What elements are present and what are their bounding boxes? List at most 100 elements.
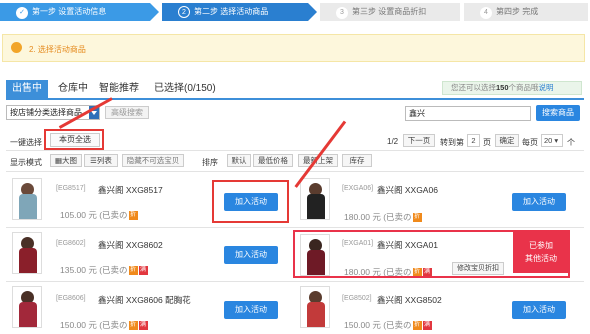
discount-badge: 折 xyxy=(412,321,422,331)
step-2-num: 2 xyxy=(178,6,190,18)
goto-prefix: 转到第 xyxy=(440,138,464,147)
product-image[interactable] xyxy=(300,178,330,220)
check-icon: ✓ xyxy=(16,7,28,19)
product-price-text: 105.00 元 (已卖の xyxy=(60,210,128,220)
product-name[interactable]: 鑫兴阁 XXG8602 xyxy=(98,239,163,251)
per-page-value: 20 xyxy=(544,136,553,145)
divider xyxy=(6,227,584,228)
product-price: 150.00 元 (已卖の折满 xyxy=(60,319,148,331)
add-to-activity-button[interactable]: 加入活动 xyxy=(224,246,278,264)
add-to-activity-button[interactable]: 加入活动 xyxy=(224,301,278,319)
product-price: 150.00 元 (已卖の折满 xyxy=(344,319,432,331)
full-reduction-badge: 满 xyxy=(138,321,148,331)
product-code: [EG8502] xyxy=(342,295,372,302)
highlight-box-select-all xyxy=(44,129,104,150)
discount-badge: 折 xyxy=(128,211,138,221)
highlight-box-joined-product xyxy=(293,230,570,278)
add-to-activity-button[interactable]: 加入活动 xyxy=(512,193,566,211)
step-3-num: 3 xyxy=(336,7,348,19)
per-page-suffix: 个 xyxy=(567,138,575,147)
step-3: 3 第三步 设置商品折扣 xyxy=(320,3,460,21)
step-3-label: 第三步 设置商品折扣 xyxy=(352,7,427,16)
lightbulb-icon xyxy=(11,42,22,53)
sort-default[interactable]: 默认 xyxy=(227,154,251,167)
discount-badge: 折 xyxy=(128,266,138,276)
tab-underline xyxy=(6,98,584,100)
steps-bar: ✓ 第一步 设置活动信息 2 第二步 选择活动商品 3 第三步 设置商品折扣 4 第四步… xyxy=(0,0,590,24)
sort-stock[interactable]: 库存 xyxy=(342,154,372,167)
product-name[interactable]: 鑫兴阁 XXG8606 配胸花 xyxy=(98,294,191,306)
step-4: 4 第四步 完成 xyxy=(464,3,588,21)
grid-icon: ▦ xyxy=(54,156,63,165)
product-image[interactable] xyxy=(12,178,42,220)
hide-unavailable-button[interactable]: 隐藏不可选宝贝 xyxy=(122,154,184,167)
tab-smart-recommend[interactable]: 智能推荐 xyxy=(99,80,139,98)
product-name[interactable]: 鑫兴阁 XXG8517 xyxy=(98,184,163,196)
sort-price[interactable]: 最低价格 xyxy=(253,154,293,167)
product-price: 105.00 元 (已卖の折 xyxy=(60,209,138,221)
tab-on-sale[interactable]: 出售中 xyxy=(6,80,48,98)
divider xyxy=(6,171,584,172)
notice-bar: 2. 选择活动商品 xyxy=(2,34,585,62)
notice-text: 2. 选择活动商品 xyxy=(29,45,86,54)
divider xyxy=(6,281,584,282)
per-page-label: 每页 xyxy=(522,138,538,147)
list-view-button[interactable]: ☰列表 xyxy=(84,154,118,167)
large-view-label: 大图 xyxy=(62,156,78,165)
product-photo-body xyxy=(307,302,325,327)
step-1-label: 第一步 设置活动信息 xyxy=(32,7,107,16)
step-arrow xyxy=(150,3,159,21)
page-indicator: 1/2 xyxy=(387,137,399,146)
bulk-select-label: 一键选择 xyxy=(10,138,42,147)
product-code: [EG8602] xyxy=(56,240,86,247)
add-to-activity-button[interactable]: 加入活动 xyxy=(512,301,566,319)
quota-info: 您还可以选择150个商品哦说明 xyxy=(442,81,582,95)
product-code: [EXGA06] xyxy=(342,185,374,192)
product-name[interactable]: 鑫兴阁 XXGA06 xyxy=(377,184,438,196)
product-photo-body xyxy=(307,194,325,219)
sort-stock-label: 库存 xyxy=(349,156,365,165)
goto-suffix: 页 xyxy=(483,138,491,147)
product-image[interactable] xyxy=(12,286,42,328)
sort-price-label: 最低价格 xyxy=(258,156,288,165)
step-2: 2 第二步 选择活动商品 xyxy=(162,3,308,21)
product-price: 135.00 元 (已卖の折满 xyxy=(60,264,148,276)
list-view-label: 列表 xyxy=(96,156,112,165)
product-price-text: 150.00 元 (已卖の xyxy=(60,320,128,330)
product-photo-body xyxy=(19,248,37,273)
product-price-text: 135.00 元 (已卖の xyxy=(60,265,128,275)
per-page-select[interactable]: 20 ▾ xyxy=(541,134,563,147)
quota-help-link[interactable]: 说明 xyxy=(539,83,554,92)
sort-default-label: 默认 xyxy=(231,156,247,165)
step-4-num: 4 xyxy=(480,7,492,19)
step-2-label: 第二步 选择活动商品 xyxy=(194,7,269,16)
tab-warehouse[interactable]: 仓库中 xyxy=(58,80,88,98)
goto-page-input[interactable]: 2 xyxy=(467,134,480,147)
product-photo-body xyxy=(19,194,37,219)
discount-badge: 折 xyxy=(128,321,138,331)
tab-selected[interactable]: 已选择(0/150) xyxy=(154,80,216,98)
divider xyxy=(6,150,584,151)
full-reduction-badge: 满 xyxy=(138,266,148,276)
advanced-search-button[interactable]: 高级搜索 xyxy=(105,106,149,119)
search-button[interactable]: 搜索商品 xyxy=(536,105,580,121)
quota-count: 150 xyxy=(496,83,509,92)
next-page-button[interactable]: 下一页 xyxy=(403,134,435,147)
step-1: ✓ 第一步 设置活动信息 xyxy=(0,3,150,21)
discount-badge: 折 xyxy=(412,213,422,223)
product-name[interactable]: 鑫兴阁 XXG8502 xyxy=(377,294,442,306)
product-image[interactable] xyxy=(12,232,42,274)
large-view-button[interactable]: ▦大图 xyxy=(50,154,82,167)
product-price: 180.00 元 (已卖の折 xyxy=(344,211,422,223)
full-reduction-badge: 满 xyxy=(422,321,432,331)
search-input[interactable]: 鑫兴 xyxy=(405,106,531,121)
product-code: [EG8517] xyxy=(56,185,86,192)
product-image[interactable] xyxy=(300,286,330,328)
goto-confirm-button[interactable]: 确定 xyxy=(495,134,519,147)
step-arrow xyxy=(308,3,317,21)
display-mode-label: 显示模式 xyxy=(10,158,42,167)
product-price-text: 180.00 元 (已卖の xyxy=(344,212,412,222)
category-select-value: 按店铺分类选择商品 xyxy=(10,108,82,117)
sort-label: 排序 xyxy=(202,158,218,167)
list-icon: ☰ xyxy=(90,156,97,165)
